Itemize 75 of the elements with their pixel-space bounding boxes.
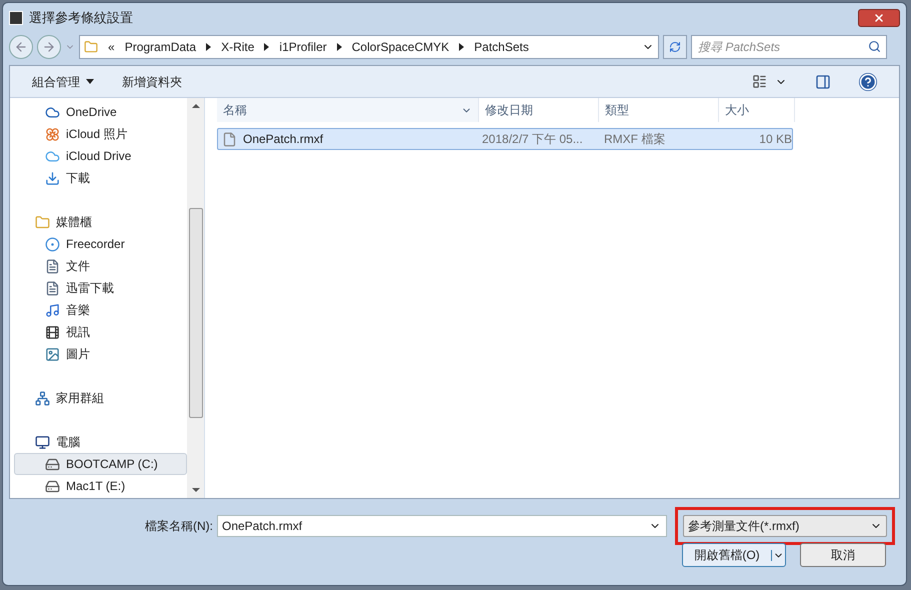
refresh-icon [669,41,681,53]
nav-item[interactable]: 圖片 [14,343,187,365]
address-bar[interactable]: « ProgramData X-Rite i1Profiler ColorSpaceCMYK PatchSets [79,35,659,59]
filename-field[interactable]: OnePatch.rmxf [217,515,667,537]
column-header[interactable]: 名稱 [217,98,479,122]
separator-arrow-icon[interactable] [459,43,464,51]
back-button[interactable] [9,35,33,59]
nav-item[interactable]: 下載 [14,167,187,189]
nav-item[interactable]: Freecorder [14,233,187,255]
cloud-icon [45,148,60,164]
search-icon[interactable] [868,40,881,53]
file-size: 10 KB [758,131,792,148]
cancel-button[interactable]: 取消 [800,543,886,567]
document-icon [45,258,60,274]
drive-icon [45,478,60,494]
search-field[interactable]: 搜尋 PatchSets [691,35,887,59]
file-type: RMXF 檔案 [603,131,666,148]
forward-button[interactable] [37,35,61,59]
modified-date: 2018/2/7 下午 05... [481,131,584,148]
separator-arrow-icon[interactable] [206,43,212,51]
help-icon[interactable] [859,72,877,90]
nav-item[interactable]: 視訊 [14,321,187,343]
nav-item[interactable]: 音樂 [14,299,187,321]
breadcrumb[interactable]: ProgramData [124,38,196,56]
toolbar-button[interactable]: 新增資料夾 [122,72,182,90]
column-header[interactable]: 類型 [599,98,719,122]
nav-item[interactable]: 媒體櫃 [14,211,187,233]
flower-icon [45,126,60,142]
music-note-icon [45,302,60,318]
filename-label: 檔案名稱(N): [144,518,213,535]
picture-icon [45,346,60,362]
network-icon [35,390,50,406]
nav-item[interactable]: iCloud Drive [14,145,187,167]
folder-icon [84,40,98,54]
drive-icon [45,456,60,472]
nav-item[interactable]: OneDrive [14,101,187,123]
nav-item[interactable]: Mac1T (E:) [14,475,187,497]
cloud-icon [45,104,60,120]
column-header[interactable]: 修改日期 [479,98,599,122]
download-icon [45,170,60,186]
scrollbar[interactable] [187,98,204,498]
window-title: 選擇參考條紋設置 [29,9,133,28]
film-icon [45,324,60,340]
breadcrumb[interactable]: ColorSpaceCMYK [352,38,450,56]
column-header[interactable]: 大小 [719,98,795,122]
nav-item[interactable]: iCloud 照片 [14,123,187,145]
refresh-button[interactable] [663,35,687,59]
forward-arrow-icon [42,40,56,54]
filetype-dropdown[interactable]: 參考測量文件(*.rmxf) [683,515,887,537]
nav-item[interactable]: BOOTCAMP (C:) [14,453,187,475]
scrollbar-thumb[interactable] [188,208,202,418]
toolbar-button[interactable]: 組合管理 [32,72,94,90]
preview-pane-icon[interactable] [815,74,831,90]
file-name: OnePatch.rmxf [243,131,324,148]
document-icon [45,280,60,296]
breadcrumb[interactable]: X-Rite [221,38,254,56]
separator-arrow-icon[interactable] [336,43,342,51]
monitor-icon [35,434,50,450]
file-icon [222,132,237,146]
record-icon [45,236,60,252]
close-button[interactable] [858,9,900,27]
folder-icon [35,214,50,230]
view-list-icon[interactable] [752,74,767,89]
separator-arrow-icon[interactable] [264,43,270,51]
app-icon [9,11,23,25]
breadcrumb[interactable]: i1Profiler [279,38,327,56]
breadcrumb[interactable]: PatchSets [474,38,529,56]
open-button[interactable]: 開啟舊檔(O) [682,543,786,567]
nav-item[interactable]: 電腦 [14,431,187,453]
close-icon [873,12,885,24]
overflow-chevron[interactable]: « [108,38,115,56]
nav-item[interactable]: 迅雷下載 [14,277,187,299]
nav-item[interactable]: 文件 [14,255,187,277]
nav-item[interactable]: 家用群組 [14,387,187,409]
file-row[interactable]: OnePatch.rmxf 2018/2/7 下午 05... RMXF 檔案 10 KB [217,128,793,150]
